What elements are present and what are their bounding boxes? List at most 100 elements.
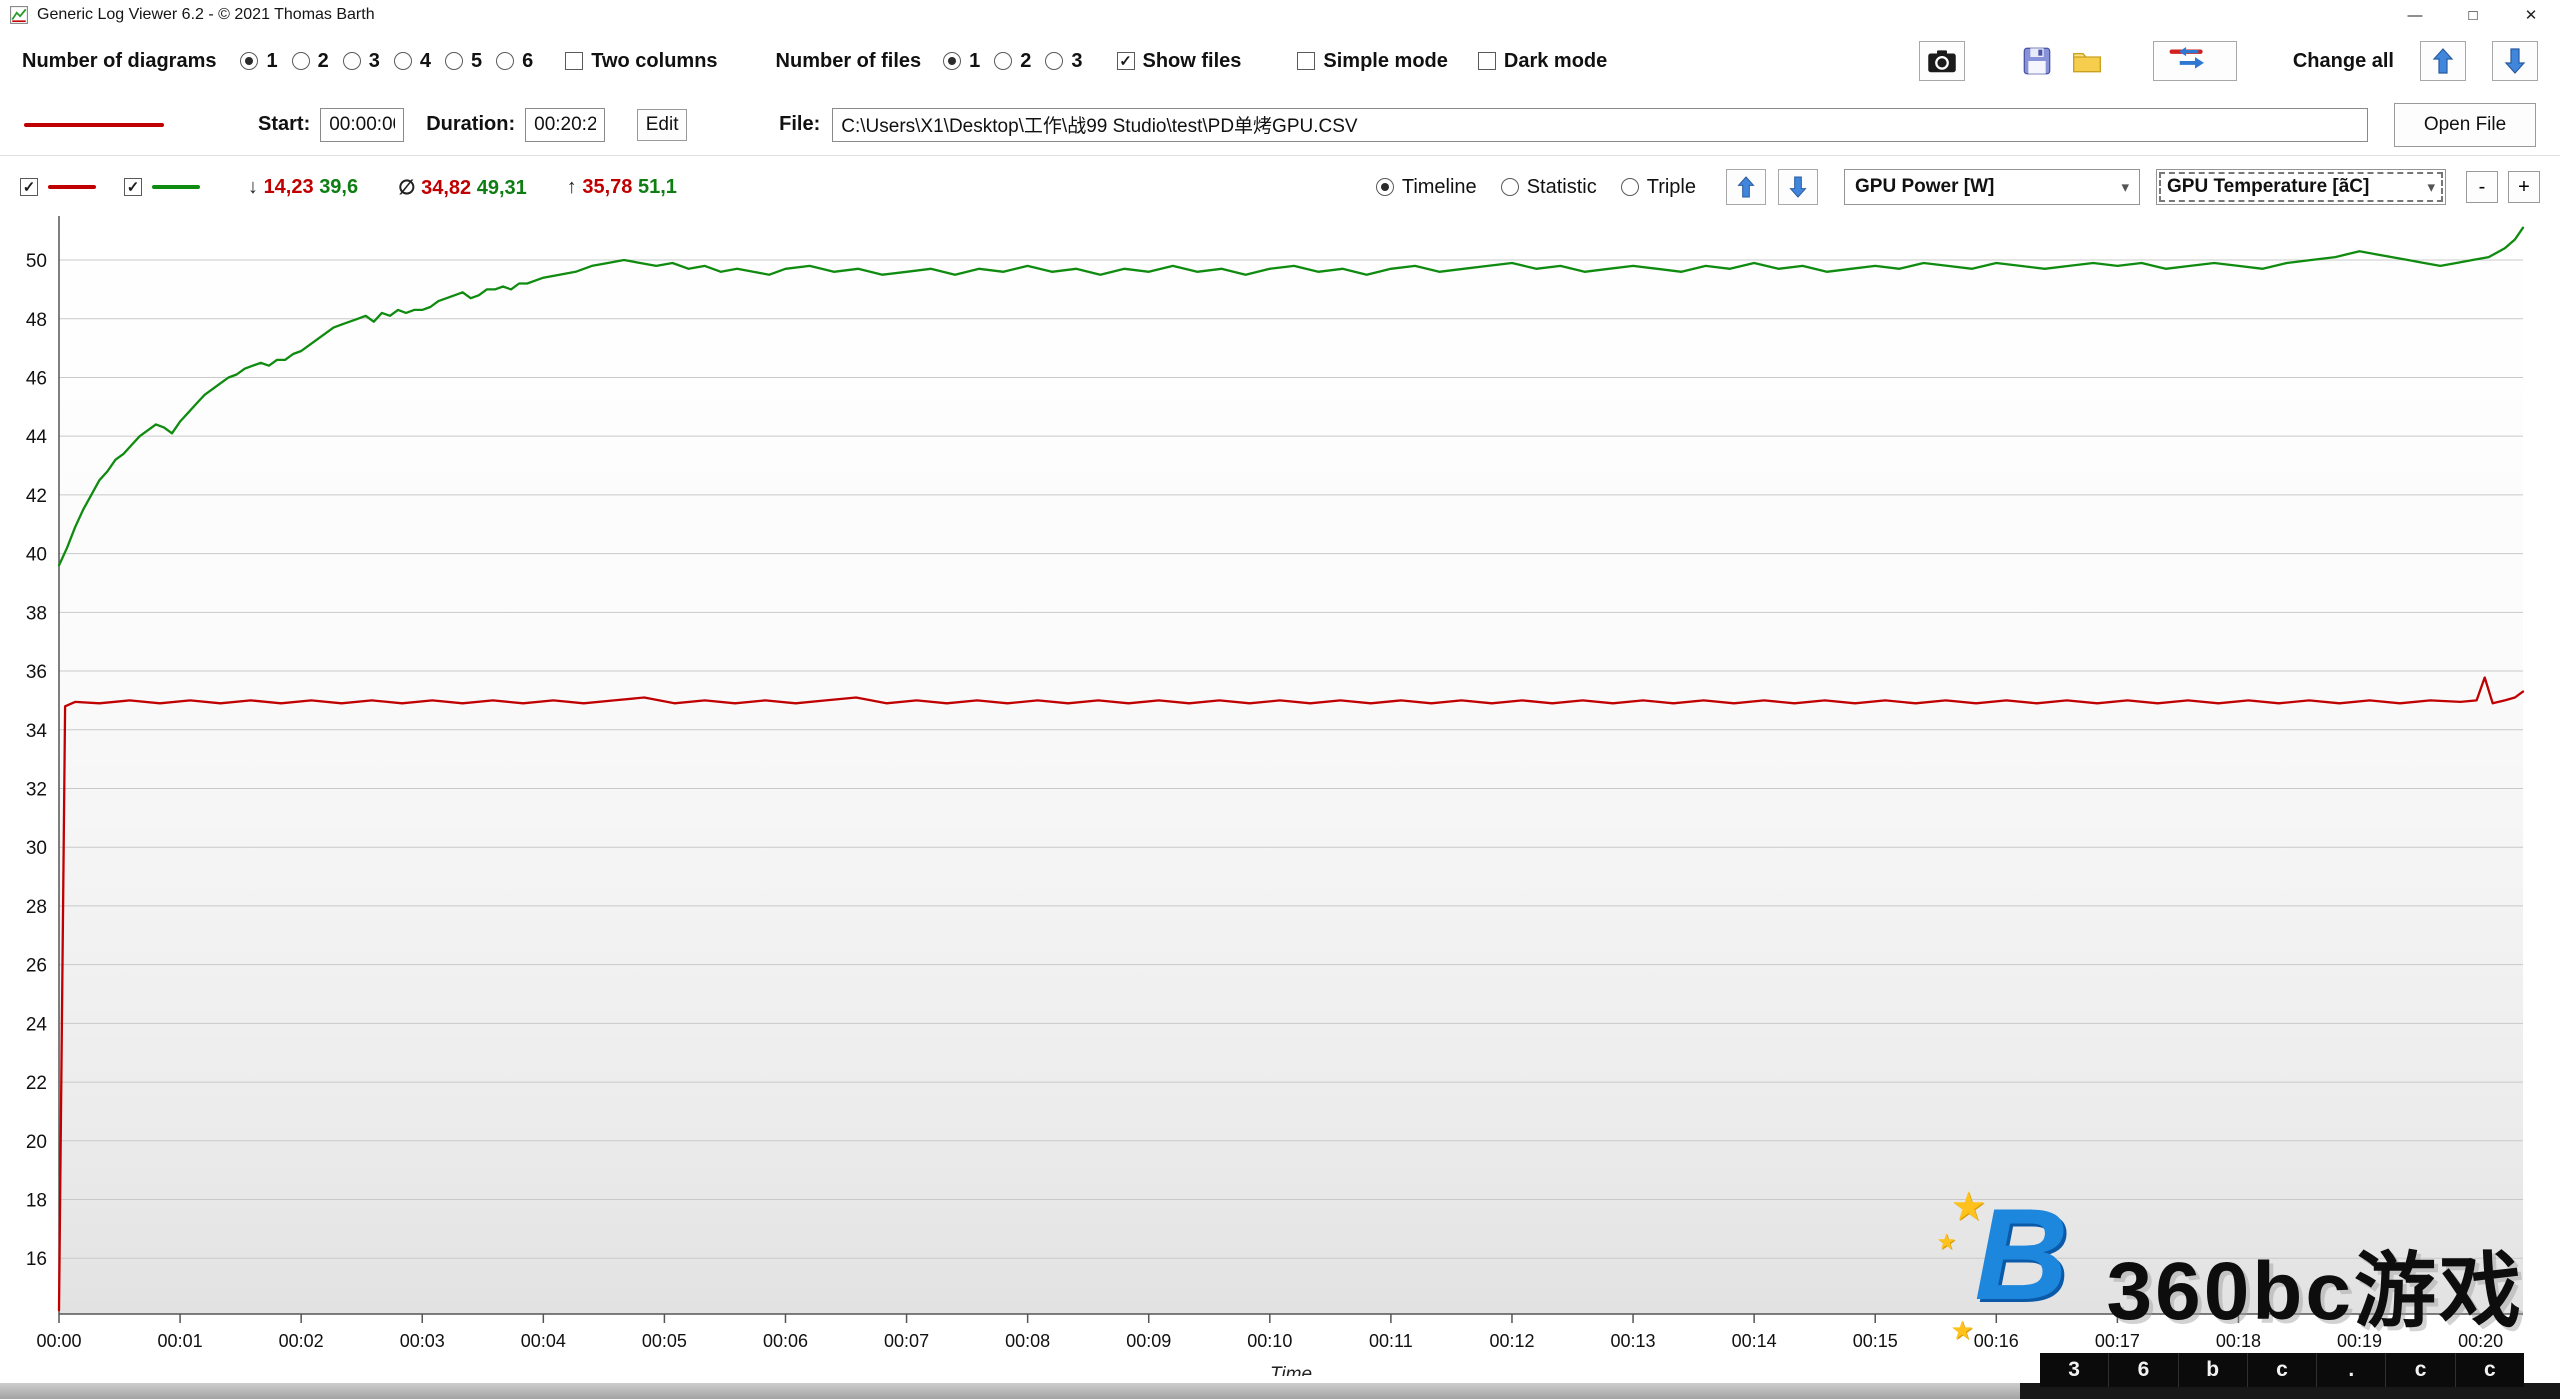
minimize-button[interactable]: — bbox=[2386, 0, 2444, 30]
watermark-cell: 6 bbox=[2108, 1353, 2177, 1387]
radio-icon[interactable] bbox=[994, 52, 1013, 70]
window-title: Generic Log Viewer 6.2 - © 2021 Thomas B… bbox=[37, 6, 375, 23]
chart-header: ✓ ✓ ↓ 14,23 39,6 ∅ 34,82 49,31 ↑ 35,78 5… bbox=[0, 158, 2560, 216]
simple-mode-checkbox[interactable]: Simple mode bbox=[1297, 50, 1448, 73]
watermark-cell: c bbox=[2246, 1353, 2316, 1387]
save-icon[interactable] bbox=[2017, 41, 2057, 81]
chart-header-right: Timeline Statistic Triple GPU Power [W] … bbox=[1375, 169, 2540, 205]
maximize-button[interactable]: □ bbox=[2444, 0, 2502, 30]
channel-select-1[interactable]: GPU Power [W] ▾ bbox=[1844, 169, 2140, 205]
x-tick-label: 00:02 bbox=[279, 1331, 324, 1351]
view-triple-radio[interactable]: Triple bbox=[1620, 176, 1696, 199]
y-tick-label: 28 bbox=[26, 897, 47, 918]
toolbar-right-cluster: Change all bbox=[1918, 41, 2538, 81]
dark-mode-checkbox[interactable]: Dark mode bbox=[1477, 50, 1607, 73]
y-tick-label: 20 bbox=[26, 1132, 47, 1153]
radio-icon[interactable] bbox=[1620, 178, 1639, 196]
chevron-down-icon: ▾ bbox=[2121, 179, 2129, 196]
diagrams-option-4[interactable]: 4 bbox=[393, 50, 431, 73]
x-tick-label: 00:04 bbox=[521, 1331, 566, 1351]
y-tick-label: 48 bbox=[26, 310, 47, 331]
checkbox-icon[interactable] bbox=[1297, 52, 1316, 70]
close-button[interactable]: ✕ bbox=[2502, 0, 2560, 30]
show-files-checkbox[interactable]: ✓ Show files bbox=[1116, 50, 1241, 73]
edit-button[interactable]: Edit bbox=[637, 108, 688, 141]
camera-icon bbox=[1928, 50, 1956, 73]
files-option-3[interactable]: 3 bbox=[1045, 50, 1083, 73]
diagrams-option-2[interactable]: 2 bbox=[291, 50, 329, 73]
radio-icon[interactable] bbox=[291, 52, 310, 70]
arrow-up-icon bbox=[2432, 48, 2454, 74]
y-tick-label: 32 bbox=[26, 779, 47, 800]
move-diagram-up-button[interactable] bbox=[1726, 169, 1766, 205]
radio-icon[interactable] bbox=[943, 52, 962, 70]
y-tick-label: 22 bbox=[26, 1073, 47, 1094]
min-stats: ↓ 14,23 39,6 bbox=[248, 175, 359, 198]
arrow-up-icon bbox=[1737, 176, 1755, 198]
star-icon: ★ bbox=[1936, 1229, 1957, 1254]
y-tick-label: 44 bbox=[26, 427, 48, 448]
open-file-button[interactable]: Open File bbox=[2394, 102, 2536, 147]
view-statistic-radio[interactable]: Statistic bbox=[1500, 176, 1597, 199]
radio-icon[interactable] bbox=[444, 52, 463, 70]
number-of-diagrams-label: Number of diagrams bbox=[22, 49, 217, 72]
move-diagram-down-button[interactable] bbox=[1778, 169, 1818, 205]
files-option-2[interactable]: 2 bbox=[994, 50, 1031, 73]
watermark-top: ★ ★ ★ B 360bc游戏 bbox=[1936, 1187, 2524, 1345]
y-tick-label: 16 bbox=[26, 1249, 47, 1270]
x-axis-title: Time bbox=[1270, 1364, 1312, 1376]
file1-color-line bbox=[24, 122, 164, 127]
files-option-1[interactable]: 1 bbox=[943, 50, 980, 73]
y-tick-label: 18 bbox=[26, 1191, 47, 1212]
diagrams-option-5[interactable]: 5 bbox=[444, 50, 482, 73]
series1-color-line bbox=[48, 185, 96, 189]
file-path-input[interactable] bbox=[832, 107, 2368, 142]
y-tick-label: 24 bbox=[26, 1014, 48, 1035]
channel-select-2[interactable]: GPU Temperature [ãC] ▾ bbox=[2156, 169, 2446, 205]
radio-icon[interactable] bbox=[240, 52, 259, 70]
watermark-cell: . bbox=[2316, 1353, 2385, 1387]
y-tick-label: 42 bbox=[26, 486, 47, 507]
y-tick-label: 40 bbox=[26, 545, 47, 566]
watermark-url-bar: 3 6 b c . c c bbox=[2040, 1353, 2524, 1387]
duration-input[interactable] bbox=[525, 107, 606, 142]
reset-all-button[interactable] bbox=[2152, 41, 2237, 81]
radio-icon[interactable] bbox=[1045, 52, 1064, 70]
x-tick-label: 00:05 bbox=[642, 1331, 687, 1351]
watermark-title: 360bc游戏 bbox=[2106, 1246, 2524, 1337]
remove-channel-button[interactable]: - bbox=[2466, 171, 2498, 203]
x-tick-label: 00:14 bbox=[1732, 1331, 1777, 1351]
checkbox-icon[interactable] bbox=[1477, 52, 1496, 70]
two-columns-checkbox[interactable]: Two columns bbox=[565, 50, 718, 73]
radio-icon[interactable] bbox=[342, 52, 361, 70]
diagrams-option-3[interactable]: 3 bbox=[342, 50, 380, 73]
arrow-down-icon bbox=[1789, 176, 1807, 198]
watermark-logo: ★ ★ ★ B bbox=[1936, 1187, 2102, 1345]
y-tick-label: 50 bbox=[26, 251, 47, 272]
series1-visible-checkbox[interactable]: ✓ bbox=[20, 178, 38, 196]
radio-icon[interactable] bbox=[496, 52, 515, 70]
change-all-down-button[interactable] bbox=[2492, 41, 2538, 81]
x-tick-label: 00:09 bbox=[1126, 1331, 1171, 1351]
view-timeline-radio[interactable]: Timeline bbox=[1375, 176, 1477, 199]
diagrams-option-6[interactable]: 6 bbox=[496, 50, 533, 73]
x-tick-label: 00:11 bbox=[1369, 1331, 1413, 1351]
checkbox-icon[interactable] bbox=[565, 52, 584, 70]
start-input[interactable] bbox=[320, 107, 405, 142]
radio-icon[interactable] bbox=[393, 52, 412, 70]
checkbox-icon[interactable]: ✓ bbox=[1116, 52, 1135, 70]
screenshot-button[interactable] bbox=[1918, 41, 1965, 81]
series2-color-line bbox=[152, 185, 200, 189]
y-tick-label: 30 bbox=[26, 838, 47, 859]
watermark-cell: c bbox=[2385, 1353, 2454, 1387]
radio-icon[interactable] bbox=[1500, 178, 1519, 196]
change-all-up-button[interactable] bbox=[2420, 41, 2466, 81]
app-icon bbox=[10, 6, 28, 24]
diagrams-option-1[interactable]: 1 bbox=[240, 50, 278, 73]
watermark-logo-letter: B bbox=[1974, 1181, 2069, 1327]
series-line-2 bbox=[57, 226, 2525, 567]
series2-visible-checkbox[interactable]: ✓ bbox=[124, 178, 142, 196]
add-channel-button[interactable]: + bbox=[2508, 171, 2540, 203]
notes-folder-icon[interactable] bbox=[2067, 41, 2107, 81]
radio-icon[interactable] bbox=[1375, 178, 1394, 196]
